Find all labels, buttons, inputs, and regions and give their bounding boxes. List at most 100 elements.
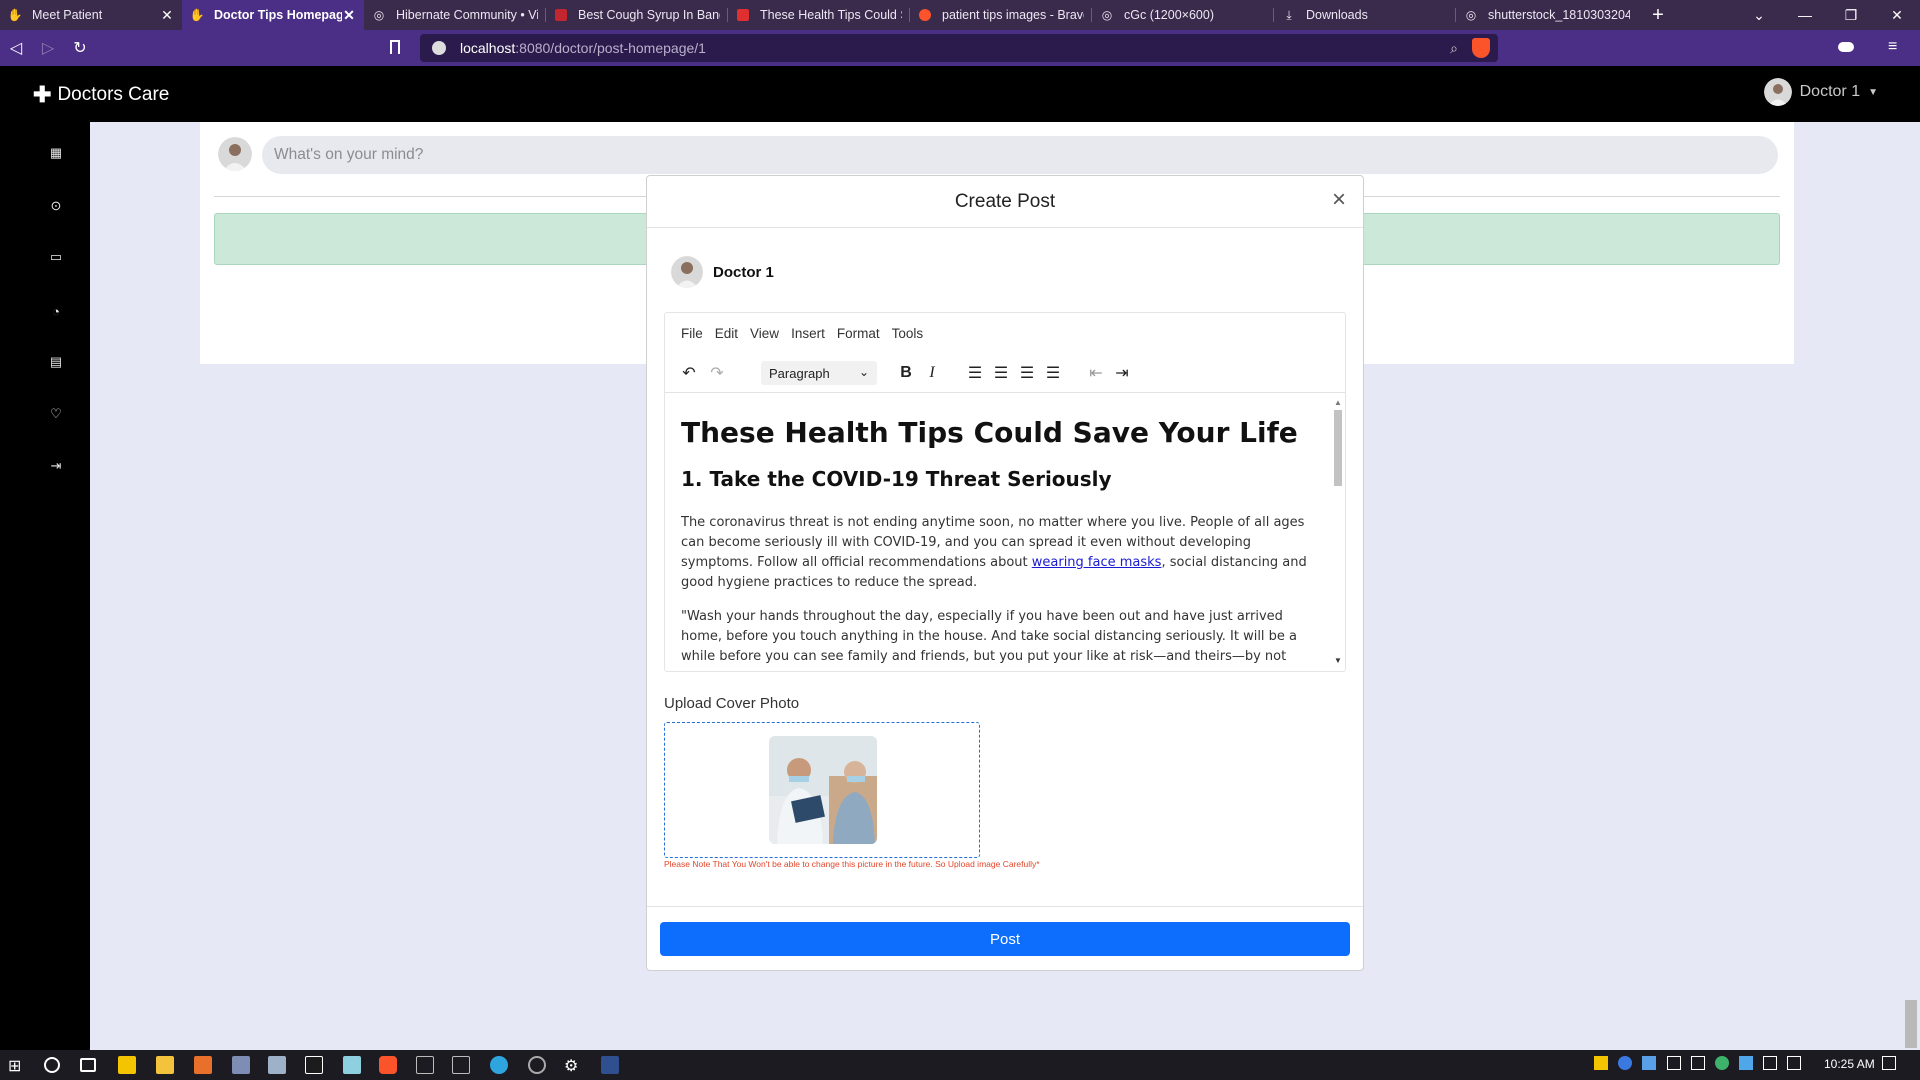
- sublime-icon[interactable]: [194, 1056, 212, 1074]
- bookmark-icon[interactable]: [390, 40, 400, 54]
- block-format-select[interactable]: Paragraph ⌄: [761, 361, 877, 385]
- outdent-icon[interactable]: ⇤: [1084, 361, 1108, 385]
- chat-icon[interactable]: ▭: [47, 248, 65, 266]
- terminal-icon[interactable]: [416, 1056, 434, 1074]
- restore-button[interactable]: ❐: [1828, 0, 1874, 30]
- search-icon[interactable]: [44, 1057, 60, 1073]
- network-icon[interactable]: [1667, 1056, 1681, 1070]
- battery-icon[interactable]: [1691, 1056, 1705, 1070]
- scroll-up-icon[interactable]: ▲: [1334, 398, 1342, 407]
- brand-logo[interactable]: ✚ Doctors Care: [33, 82, 169, 108]
- file-explorer-icon[interactable]: [156, 1056, 174, 1074]
- content-heading-2: 1. Take the COVID-19 Threat Seriously: [681, 467, 1112, 491]
- user-name: Doctor 1: [1799, 83, 1861, 100]
- extension-icon[interactable]: [1838, 42, 1854, 52]
- tab-meet-patient[interactable]: ✋ Meet Patient ✕: [0, 0, 182, 30]
- align-left-icon[interactable]: ☰: [963, 361, 987, 385]
- editor-scrollbar[interactable]: ▲ ▼: [1331, 394, 1345, 670]
- close-window-button[interactable]: ✕: [1874, 0, 1920, 30]
- tab-cgc-image[interactable]: ◎ cGc (1200×600): [1092, 0, 1274, 30]
- tab-title: patient tips images - Brave: [942, 8, 1084, 22]
- bluetooth-icon[interactable]: [1618, 1056, 1632, 1070]
- whats-on-your-mind-input[interactable]: What's on your mind?: [262, 136, 1778, 174]
- info-icon[interactable]: [432, 41, 446, 55]
- tab-best-cough-syrup[interactable]: Best Cough Syrup In Bangla: [546, 0, 728, 30]
- task-view-icon[interactable]: [80, 1058, 96, 1072]
- redo-icon[interactable]: ↷: [705, 361, 729, 385]
- globe-icon: ◎: [1101, 8, 1113, 22]
- menu-tools[interactable]: Tools: [892, 326, 924, 341]
- brave-browser-icon[interactable]: [379, 1056, 397, 1074]
- tray-icon[interactable]: [1594, 1056, 1608, 1070]
- minimize-button[interactable]: —: [1782, 0, 1828, 30]
- post-button[interactable]: Post: [660, 922, 1350, 956]
- editor-scrollbar-thumb[interactable]: [1334, 410, 1342, 486]
- clock[interactable]: 10:25 AM: [1824, 1057, 1875, 1071]
- tab-shutterstock[interactable]: ◎ shutterstock_1810303204-7: [1456, 0, 1638, 30]
- sticky-notes-icon[interactable]: [118, 1056, 136, 1074]
- tray-icon[interactable]: [1739, 1056, 1753, 1070]
- modal-title: Create Post: [954, 191, 1056, 212]
- list-icon[interactable]: ▤: [47, 353, 65, 371]
- scroll-down-icon[interactable]: ▼: [1334, 656, 1342, 665]
- caret-down-icon: ▼: [1868, 86, 1878, 98]
- tray-icon[interactable]: [1715, 1056, 1729, 1070]
- divider: [647, 906, 1363, 907]
- tab-downloads[interactable]: ⤓ Downloads: [1274, 0, 1456, 30]
- tab-health-tips[interactable]: These Health Tips Could Sa: [728, 0, 910, 30]
- back-icon[interactable]: ◁: [0, 32, 32, 64]
- wifi-icon[interactable]: [1763, 1056, 1777, 1070]
- indent-icon[interactable]: ⇥: [1110, 361, 1134, 385]
- app-icon[interactable]: [232, 1056, 250, 1074]
- italic-icon[interactable]: I: [920, 361, 944, 385]
- dashboard-icon[interactable]: ▦: [47, 144, 65, 162]
- tab-close-icon[interactable]: ✕: [342, 7, 356, 24]
- notepad-icon[interactable]: [343, 1056, 361, 1074]
- menu-edit[interactable]: Edit: [715, 326, 738, 341]
- history-icon[interactable]: ◔: [47, 302, 65, 320]
- tray-icon[interactable]: [1642, 1056, 1656, 1070]
- menu-view[interactable]: View: [750, 326, 779, 341]
- bold-icon[interactable]: B: [894, 361, 918, 385]
- notifications-icon[interactable]: [1882, 1056, 1896, 1070]
- calculator-icon[interactable]: [268, 1056, 286, 1074]
- windows-start-icon[interactable]: ⊞: [8, 1056, 26, 1075]
- close-icon[interactable]: ×: [1327, 188, 1351, 212]
- align-justify-icon[interactable]: ☰: [1041, 361, 1065, 385]
- forward-icon[interactable]: ▷: [32, 32, 64, 64]
- settings-gear-icon[interactable]: ⚙: [564, 1056, 582, 1075]
- tab-close-icon[interactable]: ✕: [160, 7, 174, 24]
- telegram-icon[interactable]: [490, 1056, 508, 1074]
- hamburger-menu-icon[interactable]: ≡: [1888, 38, 1897, 56]
- tab-list-chevron-icon[interactable]: ⌄: [1736, 0, 1782, 30]
- address-bar[interactable]: localhost:8080/doctor/post-homepage/1 ⌕: [420, 34, 1498, 62]
- tab-doctor-tips-homepage[interactable]: ✋ Doctor Tips Homepage ✕: [182, 0, 364, 30]
- app-icon[interactable]: [528, 1056, 546, 1074]
- heart-icon[interactable]: ♡: [47, 405, 65, 423]
- menu-file[interactable]: File: [681, 326, 703, 341]
- user-menu[interactable]: Doctor 1 ▼: [1763, 78, 1878, 106]
- page-scrollbar-thumb[interactable]: [1905, 1000, 1917, 1048]
- tab-title: shutterstock_1810303204-7: [1488, 8, 1630, 22]
- tab-hibernate-community[interactable]: ◎ Hibernate Community • Vie: [364, 0, 546, 30]
- volume-icon[interactable]: [1787, 1056, 1801, 1070]
- editor-content[interactable]: These Health Tips Could Save Your Life 1…: [665, 394, 1331, 670]
- brave-shield-icon[interactable]: [1472, 38, 1490, 58]
- align-center-icon[interactable]: ☰: [989, 361, 1013, 385]
- face-masks-link[interactable]: wearing face masks: [1032, 555, 1162, 570]
- search-icon[interactable]: ⌕: [1450, 40, 1458, 57]
- tab-patient-tips-images[interactable]: patient tips images - Brave: [910, 0, 1092, 30]
- app-icon[interactable]: [452, 1056, 470, 1074]
- intellij-icon[interactable]: [305, 1056, 323, 1074]
- align-right-icon[interactable]: ☰: [1015, 361, 1039, 385]
- menu-insert[interactable]: Insert: [791, 326, 825, 341]
- cover-photo-dropzone[interactable]: [664, 722, 980, 858]
- reload-icon[interactable]: ↻: [64, 32, 96, 64]
- menu-format[interactable]: Format: [837, 326, 880, 341]
- app-icon[interactable]: [601, 1056, 619, 1074]
- page-scrollbar[interactable]: [1902, 122, 1920, 1050]
- play-icon[interactable]: ⊙: [47, 197, 65, 215]
- new-tab-button[interactable]: +: [1638, 0, 1678, 30]
- undo-icon[interactable]: ↶: [677, 361, 701, 385]
- logout-icon[interactable]: ⇥: [47, 457, 65, 475]
